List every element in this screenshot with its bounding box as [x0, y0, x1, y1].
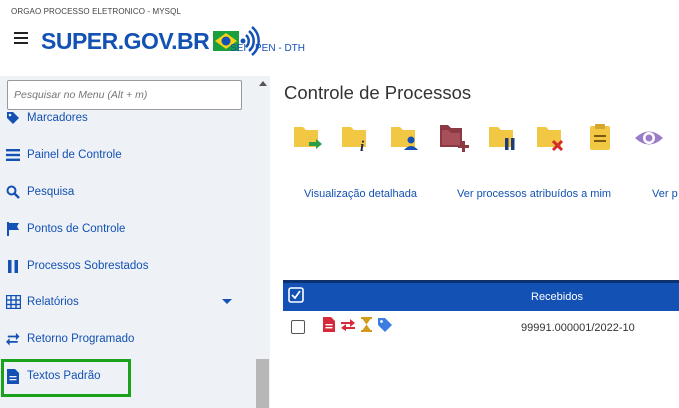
unit-label: SEI - PEN - DTH [230, 43, 306, 54]
main-content: Controle de Processos i Visualização det… [270, 76, 679, 408]
clipboard-icon[interactable] [584, 123, 616, 153]
link-visualizacao-detalhada[interactable]: Visualização detalhada [304, 188, 417, 200]
scrollbar-thumb[interactable] [256, 359, 269, 408]
eye-icon[interactable] [633, 123, 665, 153]
tag-blue-icon[interactable] [377, 317, 393, 332]
header: ORGAO PROCESSO ELETRONICO - MYSQL SUPER.… [0, 0, 679, 76]
process-number-link[interactable]: 99991.000001/2022-10 [521, 322, 635, 334]
folder-add-icon[interactable] [438, 123, 470, 153]
swap-icon [5, 331, 21, 347]
org-label: ORGAO PROCESSO ELETRONICO - MYSQL [11, 7, 181, 16]
sidebar-item-label: Painel de Controle [27, 149, 122, 161]
logo[interactable]: SUPER.GOV.BR [41, 24, 261, 58]
sidebar-item-label: Retorno Programado [27, 333, 135, 345]
folder-send-icon[interactable] [292, 123, 324, 153]
tag-icon [5, 110, 21, 126]
sidebar-item-label: Marcadores [27, 112, 88, 124]
hourglass-icon[interactable] [361, 317, 372, 332]
folder-pause-icon[interactable] [487, 123, 519, 153]
sidebar-item-painel-de-controle[interactable]: Painel de Controle [5, 144, 122, 166]
search-icon [5, 184, 21, 200]
pause-icon [5, 258, 21, 274]
sidebar-item-label: Processos Sobrestados [27, 260, 149, 272]
sidebar-item-label: Pontos de Controle [27, 223, 126, 235]
logo-text: SUPER.GOV.BR [41, 27, 210, 54]
sidebar-item-pesquisa[interactable]: Pesquisa [5, 181, 74, 203]
scroll-up-arrow-icon[interactable] [259, 81, 267, 86]
sidebar-item-label: Relatórios [27, 296, 79, 308]
table-header: Recebidos [283, 280, 679, 311]
highlight-box [1, 359, 131, 397]
folder-user-icon[interactable] [389, 123, 421, 153]
table-row: 99991.000001/2022-10 [283, 311, 679, 343]
sidebar-item-relatorios[interactable]: Relatórios [5, 291, 79, 313]
link-ver-processos-truncated[interactable]: Ver p [652, 188, 678, 200]
swap-red-icon[interactable] [340, 318, 356, 332]
flag-icon [5, 221, 21, 237]
row-checkbox[interactable] [291, 320, 305, 334]
document-red-icon[interactable] [323, 317, 335, 332]
sidebar-item-label: Pesquisa [27, 186, 75, 198]
table-icon [5, 294, 21, 310]
link-ver-processos-atribuidos[interactable]: Ver processos atribuídos a mim [457, 188, 611, 200]
chevron-down-icon[interactable] [222, 299, 232, 304]
sidebar: Marcadores Painel de Controle Pesquisa P… [0, 76, 270, 408]
menu-toggle-icon[interactable] [14, 32, 28, 44]
page-title: Controle de Processos [284, 82, 472, 103]
row-status-icons [323, 317, 393, 332]
folder-cancel-icon[interactable] [535, 123, 567, 153]
menu-search-input[interactable] [7, 80, 242, 110]
column-header-recebidos[interactable]: Recebidos [531, 291, 583, 303]
sidebar-item-pontos-de-controle[interactable]: Pontos de Controle [5, 218, 125, 240]
sidebar-item-processos-sobrestados[interactable]: Processos Sobrestados [5, 255, 148, 277]
folder-info-icon[interactable]: i [340, 123, 372, 153]
select-all-checkbox-icon[interactable] [288, 287, 304, 303]
sidebar-item-retorno-programado[interactable]: Retorno Programado [5, 328, 134, 350]
list-icon [5, 147, 21, 163]
sidebar-item-marcadores[interactable]: Marcadores [5, 107, 88, 129]
